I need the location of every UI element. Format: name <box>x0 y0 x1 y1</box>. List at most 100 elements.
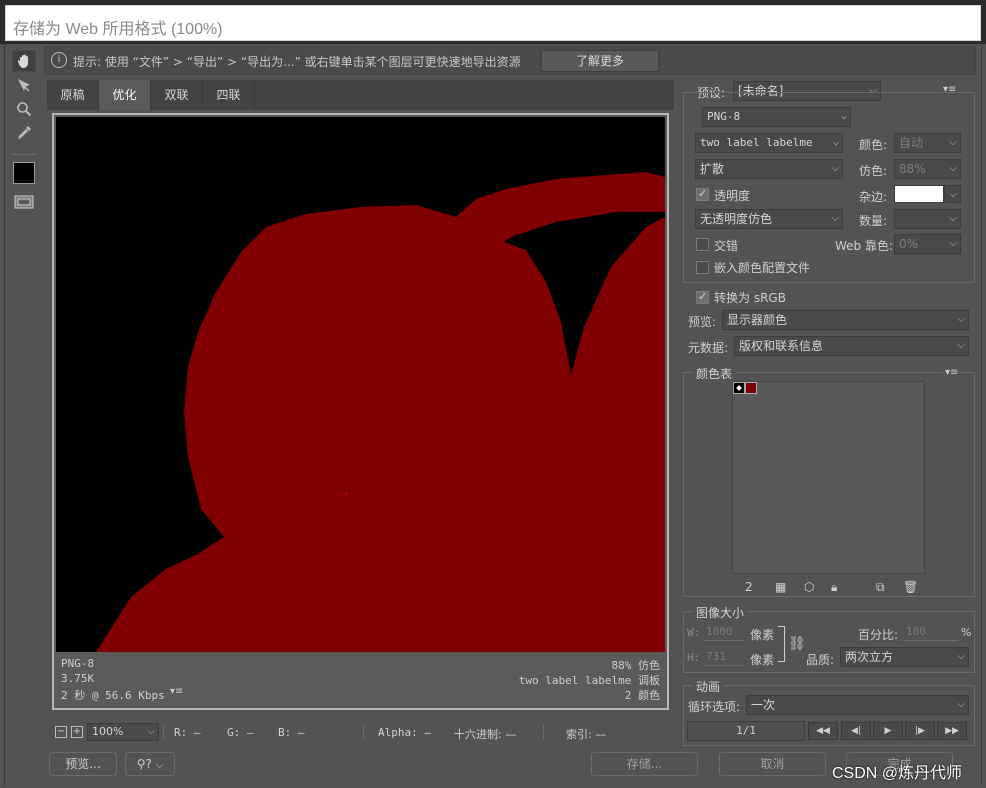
tab-4up[interactable]: 四联 <box>203 80 255 110</box>
convert-srgb-checkbox[interactable] <box>696 290 709 304</box>
web-snap-value: 0% <box>899 237 919 251</box>
color-table-grid <box>732 381 925 574</box>
amount-select[interactable]: ⌵ <box>894 209 961 229</box>
dither-amount-value: 88% <box>899 162 926 176</box>
eyedropper-color-swatch[interactable] <box>13 162 35 184</box>
interlaced-checkbox[interactable] <box>696 238 709 251</box>
preview-image-shape <box>56 117 665 652</box>
learn-more-button[interactable]: 了解更多 <box>541 50 659 72</box>
width-input[interactable]: 1000 <box>703 623 745 641</box>
color-table-title: 颜色表 <box>692 365 737 382</box>
dither-algorithm-select[interactable]: 扩散 ⌵ <box>695 159 843 179</box>
eyedropper-tool-icon[interactable] <box>12 122 36 144</box>
transparency-label: 透明度 <box>714 189 751 203</box>
toolbar-divider <box>11 154 37 155</box>
matte-color-swatch[interactable] <box>894 185 944 203</box>
loop-select[interactable]: 一次 ⌵ <box>746 695 969 715</box>
color-swatch[interactable] <box>733 382 745 394</box>
web-snap-cube-icon[interactable]: ⬡ <box>804 580 814 594</box>
save-button[interactable]: 存储... <box>591 752 698 776</box>
image-size-title: 图像大小 <box>692 604 749 621</box>
tab-2up[interactable]: 双联 <box>151 80 203 110</box>
toggle-slices-icon[interactable] <box>12 191 36 213</box>
transparency-checkbox[interactable] <box>696 187 709 201</box>
embed-profile-label: 嵌入颜色配置文件 <box>714 261 811 275</box>
info-format: PNG-8 <box>61 657 95 670</box>
info-dither: 88% 仿色 <box>611 659 661 672</box>
new-color-icon[interactable]: ⧉ <box>876 580 885 595</box>
percent-unit: % <box>961 626 972 639</box>
last-frame-icon[interactable]: ▶▶ <box>937 722 967 740</box>
color-table-menu-icon[interactable]: ▾≡ <box>943 367 961 378</box>
info-icon: i <box>51 52 67 68</box>
browser-select[interactable]: ⚲? ⌵ <box>125 752 175 776</box>
slice-select-tool-icon[interactable] <box>12 74 36 96</box>
height-unit: 像素 <box>750 653 775 667</box>
hint-bar: i 提示: 使用 “文件” > “导出” > “导出为...” 或右键单击某个图… <box>44 46 976 75</box>
status-divider <box>543 724 544 740</box>
web-shift-icon[interactable]: ▦ <box>775 580 786 594</box>
zoom-out-icon[interactable]: − <box>55 726 67 738</box>
tab-optimized[interactable]: 优化 <box>99 80 151 110</box>
status-b: B: — <box>278 726 305 739</box>
quality-value: 两次立方 <box>845 650 894 664</box>
preview-mode-label: 预览: <box>688 315 717 329</box>
chevron-down-icon: ⌵ <box>831 213 839 224</box>
link-icon[interactable]: ⛓︎ <box>788 636 806 652</box>
delete-color-icon[interactable]: 🗑︎ <box>903 580 918 594</box>
frame-counter: 1/1 <box>687 721 805 741</box>
download-speed-menu-icon[interactable]: ▾≡ <box>170 686 183 697</box>
play-icon[interactable]: ▶ <box>873 722 903 740</box>
dither-label: 仿色: <box>859 164 888 178</box>
status-hex: 十六进制: — <box>454 728 517 741</box>
percent-label: 百分比: <box>858 628 899 642</box>
chevron-down-icon: ⌵ <box>147 726 155 737</box>
lock-color-icon[interactable]: 🔒︎ <box>831 580 837 595</box>
chevron-down-icon: ⌵ <box>957 699 965 710</box>
zoom-tool-icon[interactable] <box>12 98 36 120</box>
info-download-time: 2 秒 @ 56.6 Kbps <box>61 689 165 702</box>
hand-tool-icon[interactable] <box>12 50 36 72</box>
info-size: 3.75K <box>61 672 95 685</box>
height-input[interactable]: 731 <box>703 648 745 666</box>
format-select[interactable]: PNG-8 ⌵ <box>702 107 851 127</box>
zoom-in-icon[interactable]: + <box>71 726 83 738</box>
prev-frame-icon[interactable]: ◀| <box>841 722 871 740</box>
transparency-dither-select[interactable]: 无透明度仿色 ⌵ <box>695 209 843 229</box>
first-frame-icon[interactable]: ◀◀ <box>808 722 838 740</box>
color-count: 2 <box>745 580 753 594</box>
chevron-down-icon: ⌵ <box>949 238 957 249</box>
browser-icon: ⚲? <box>136 757 152 771</box>
colors-select[interactable]: 自动 ⌵ <box>894 133 961 153</box>
chevron-down-icon: ⌵ <box>949 137 957 148</box>
chevron-down-icon: ⌵ <box>832 137 839 148</box>
interlaced-label: 交错 <box>714 239 739 253</box>
amount-label: 数量: <box>859 214 888 228</box>
preview-mode-select[interactable]: 显示器颜色 ⌵ <box>722 310 969 330</box>
next-frame-icon[interactable]: |▶ <box>905 722 935 740</box>
dither-amount-select[interactable]: 88% ⌵ <box>894 159 961 179</box>
status-bar: − + 100% ⌵ R: — G: — B: — Alpha: — 十六进制: … <box>47 722 674 744</box>
toolbar <box>8 46 41 714</box>
web-snap-select[interactable]: 0% ⌵ <box>894 234 961 254</box>
dither-algorithm-value: 扩散 <box>700 162 725 176</box>
matte-select[interactable]: ⌵ <box>944 185 961 203</box>
tab-original[interactable]: 原稿 <box>47 80 99 110</box>
cancel-button[interactable]: 取消 <box>719 752 826 776</box>
status-g: G: — <box>227 726 254 739</box>
preview-in-browser-button[interactable]: 预览... <box>49 752 117 776</box>
color-swatch[interactable] <box>745 382 757 394</box>
preview-image[interactable] <box>56 117 665 652</box>
color-reduction-select[interactable]: two label labelme ⌵ <box>695 133 843 153</box>
embed-profile-checkbox[interactable] <box>696 261 709 274</box>
title-field: 存储为 Web 所用格式 (100%) <box>5 5 981 41</box>
selected-marker-icon <box>736 385 742 391</box>
chevron-down-icon: ⌵ <box>155 760 164 771</box>
metadata-label: 元数据: <box>688 341 729 355</box>
chevron-down-icon: ⌵ <box>831 163 839 174</box>
zoom-select[interactable]: 100% ⌵ <box>87 723 159 741</box>
quality-select[interactable]: 两次立方 ⌵ <box>840 647 969 667</box>
width-unit: 像素 <box>750 628 775 642</box>
metadata-select[interactable]: 版权和联系信息 ⌵ <box>734 336 969 356</box>
percent-input[interactable]: 100 <box>903 623 958 641</box>
